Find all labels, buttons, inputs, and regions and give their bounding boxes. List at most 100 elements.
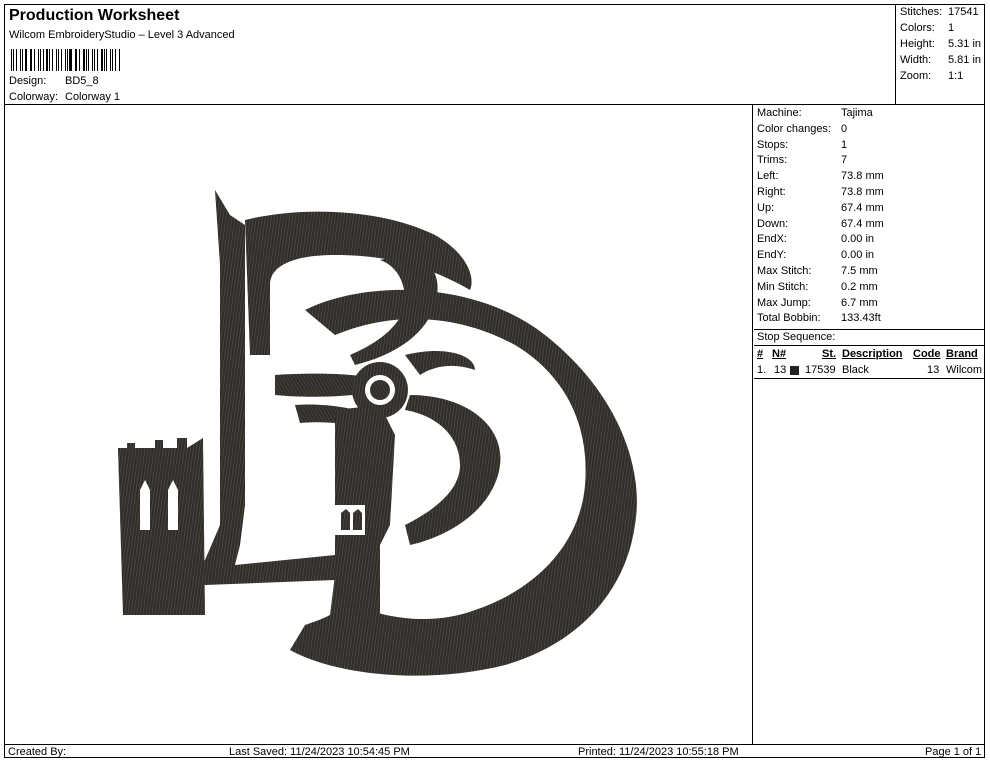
colorway-row: Colorway: Colorway 1: [9, 91, 120, 103]
barcode-bar: [24, 49, 27, 71]
bd-monogram-embroidery: [118, 190, 637, 676]
stat-label: Max Jump:: [757, 296, 811, 309]
stat-label: Right:: [757, 186, 786, 198]
colors-row: Colors: 1: [900, 22, 954, 34]
barcode-bar: [78, 49, 81, 71]
col-header-stitches: St.: [822, 348, 837, 360]
thread-color-swatch: [790, 366, 799, 375]
barcode-bar: [46, 49, 49, 71]
barcode-bar: [118, 49, 120, 71]
row-stitches: 17539: [805, 364, 836, 376]
design-row: Design: BD5_8: [9, 75, 99, 87]
barcode-bar: [103, 49, 105, 71]
stat-value: 0: [841, 122, 848, 135]
stat-label: Max Stitch:: [757, 265, 812, 277]
stat-row: Color changes: 0: [757, 123, 847, 135]
stat-value: 73.8 mm: [841, 170, 884, 183]
stat-row: EndX: 0.00 in: [757, 233, 874, 245]
stat-value: 0.00 in: [841, 233, 875, 246]
summary-box: Stitches: 17541 Colors: 1 Height: 5.31 in W…: [895, 5, 986, 104]
stat-label: Stops:: [757, 138, 789, 151]
stat-label: Color changes:: [757, 122, 831, 135]
row-needle: 13: [774, 364, 787, 376]
stat-value: Tajima: [841, 107, 873, 119]
stat-row: Trims: 7: [757, 154, 847, 166]
letter-b-shape: [185, 190, 501, 645]
stat-label: Total Bobbin:: [757, 312, 821, 325]
barcode-bar: [22, 49, 23, 71]
row-description: Black: [842, 364, 869, 376]
stat-label: Machine:: [757, 107, 802, 119]
stat-value: 0.00 in: [841, 249, 875, 262]
stat-value: 7.5 mm: [841, 265, 878, 277]
stitches-row: Stitches: 17541: [900, 6, 979, 18]
stat-label: Left:: [757, 170, 779, 183]
stat-label: Min Stitch:: [757, 280, 809, 293]
barcode-bar: [69, 49, 72, 71]
row-brand: Wilcom: [946, 364, 983, 376]
col-header-brand: Brand: [946, 348, 978, 360]
barcode-bar: [83, 49, 85, 71]
stat-value: 1: [841, 138, 848, 151]
printed-date: Printed: 11/24/2023 10:55:18 PM: [578, 746, 739, 758]
barcode-bar: [112, 49, 113, 71]
barcode-bar: [93, 49, 95, 71]
barcode-bar: [76, 49, 77, 71]
col-header-description: Description: [842, 348, 903, 360]
barcode-bar: [52, 49, 54, 71]
row-code: 13: [927, 364, 940, 376]
created-by: Created By:: [8, 746, 67, 758]
barcode-bar: [42, 49, 44, 71]
stats-divider: [754, 329, 984, 330]
barcode-bar: [49, 49, 51, 71]
barcode-bar: [91, 49, 93, 71]
stat-row: Min Stitch: 0.2 mm: [757, 281, 878, 293]
footer-divider: [5, 744, 984, 745]
zoom-value: 1:1: [948, 70, 964, 82]
width-label: Width:: [900, 54, 932, 66]
colorway-label: Colorway:: [9, 91, 58, 103]
stop-table-bottom: [754, 378, 984, 379]
stat-value: 0.2 mm: [841, 280, 878, 293]
last-saved: Last Saved: 11/24/2023 10:54:45 PM: [229, 746, 410, 758]
barcode-bar: [34, 49, 36, 71]
stop-sequence-title: Stop Sequence:: [757, 331, 836, 343]
stat-value: 133.43ft: [841, 312, 881, 325]
col-header-needle: N#: [772, 348, 787, 360]
barcode-bar: [58, 49, 59, 71]
stat-value: 67.4 mm: [841, 201, 884, 214]
page-number: Page 1 of 1: [925, 746, 982, 758]
stat-label: EndX:: [757, 233, 787, 246]
stat-value: 73.8 mm: [841, 186, 884, 198]
barcode-bar: [88, 49, 89, 71]
barcode-bar: [40, 49, 41, 71]
stitches-label: Stitches:: [900, 6, 943, 18]
stat-row: EndY: 0.00 in: [757, 249, 874, 261]
stat-label: Trims:: [757, 154, 788, 167]
worksheet-sheet: Production Worksheet Wilcom EmbroiderySt…: [4, 4, 985, 758]
barcode-bar: [106, 49, 107, 71]
width-value: 5.81 in: [948, 54, 982, 66]
design-label: Design:: [9, 75, 47, 87]
page-title: Production Worksheet: [9, 7, 180, 24]
barcode-bar: [13, 49, 15, 71]
colors-value: 1: [948, 22, 955, 34]
colorway-value: Colorway 1: [65, 91, 121, 103]
header-left: Production Worksheet Wilcom EmbroiderySt…: [9, 7, 889, 103]
barcode-bar: [100, 49, 103, 71]
barcode-bar: [65, 49, 66, 71]
stat-row: Stops: 1: [757, 139, 847, 151]
stop-title-divider: [754, 345, 984, 346]
barcode-bar: [60, 49, 63, 71]
barcode-bar: [74, 49, 76, 71]
width-row: Width: 5.81 in: [900, 54, 981, 66]
barcode-bar: [11, 49, 13, 71]
zoom-label: Zoom:: [900, 70, 932, 82]
col-header-code: Code: [913, 348, 941, 360]
stat-row: Left: 73.8 mm: [757, 170, 884, 182]
barcode-bar: [66, 49, 68, 71]
stat-row: Max Jump: 6.7 mm: [757, 297, 878, 309]
stat-row: Machine: Tajima: [757, 107, 873, 119]
stat-value: 7: [841, 154, 848, 167]
stat-value: 67.4 mm: [841, 217, 884, 230]
